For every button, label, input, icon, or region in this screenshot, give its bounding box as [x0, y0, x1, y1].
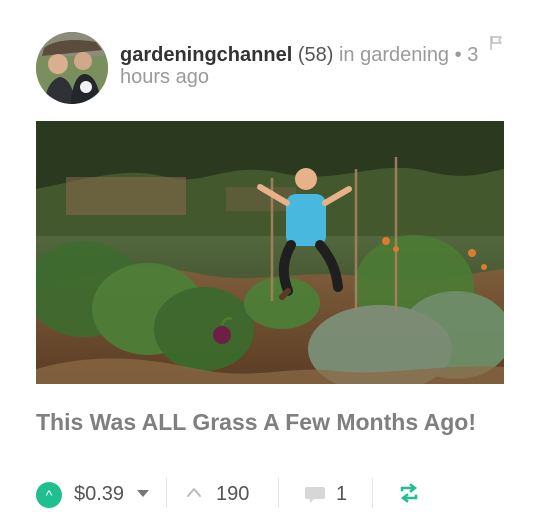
footer-divider [166, 478, 167, 508]
post-card: gardeningchannel (58) in gardening • 3 h… [0, 0, 540, 521]
votes-count[interactable]: 190 [216, 480, 249, 508]
upvote-circle-icon[interactable]: ^ [36, 482, 62, 508]
chevron-up-icon[interactable] [186, 485, 202, 497]
author-meta: gardeningchannel (58) in gardening • 3 h… [120, 44, 480, 88]
payout-value[interactable]: $0.39 [74, 480, 124, 508]
author-reputation: (58) [297, 44, 334, 66]
footer-divider [278, 478, 279, 508]
caret-down-icon[interactable] [137, 490, 149, 497]
meta-separator: • [454, 44, 462, 66]
resteem-icon[interactable] [398, 483, 420, 503]
footer-divider [372, 478, 373, 508]
category-prefix: in [338, 44, 355, 66]
flag-icon[interactable] [488, 34, 506, 52]
author-name[interactable]: gardeningchannel [120, 44, 292, 66]
comments-count[interactable]: 1 [336, 480, 347, 508]
comment-icon[interactable] [304, 483, 326, 505]
post-footer: ^ $0.39 190 1 [36, 472, 506, 514]
post-header: gardeningchannel (58) in gardening • 3 h… [36, 32, 506, 106]
avatar-image [36, 32, 108, 104]
author-avatar[interactable] [36, 32, 108, 104]
post-image[interactable] [36, 121, 504, 384]
post-title[interactable]: This Was ALL Grass A Few Months Ago! [36, 407, 506, 437]
category-link[interactable]: gardening [360, 44, 449, 66]
